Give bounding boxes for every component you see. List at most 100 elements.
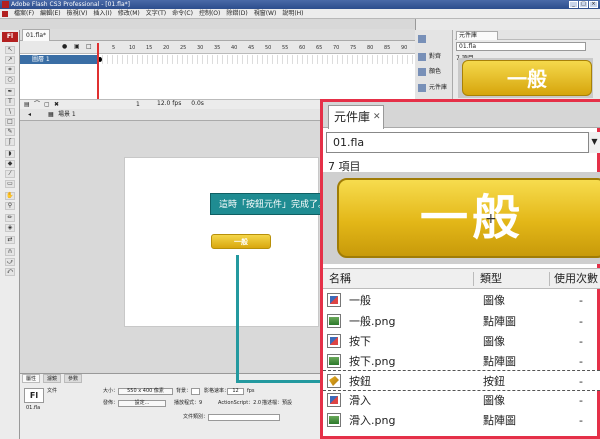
library-row[interactable]: 一般.png 點陣圖 - xyxy=(323,311,600,332)
window-title: Adobe Flash CS3 Professional - [01.fla*] xyxy=(11,1,130,8)
subselection-tool-icon[interactable]: ↗ xyxy=(5,56,15,64)
line-tool-icon[interactable]: \ xyxy=(5,108,15,116)
lasso-tool-icon[interactable]: ○ xyxy=(5,76,15,84)
document-tab-bar xyxy=(20,29,415,41)
smooth-option-icon[interactable]: ⤻ xyxy=(5,258,15,266)
button-symbol-icon xyxy=(327,374,341,388)
stage-button-instance[interactable]: 一般 xyxy=(211,234,271,249)
item-type: 點陣圖 xyxy=(483,355,516,368)
frame-number: 60 xyxy=(299,45,306,51)
maximize-button[interactable]: □ xyxy=(579,1,588,8)
layer-name: 圖層 1 xyxy=(32,56,50,63)
menu-help[interactable]: 說明(H) xyxy=(282,9,303,18)
brush-tool-icon[interactable]: ʃ xyxy=(5,138,15,146)
mini-library-file-select[interactable]: 01.fla xyxy=(456,42,586,51)
chevron-down-icon[interactable]: ▼ xyxy=(588,132,600,153)
hand-tool-icon[interactable]: ✋ xyxy=(5,192,15,200)
stroke-color-icon[interactable]: ✏ xyxy=(5,214,15,222)
publish-settings-button[interactable]: 設定... xyxy=(118,400,166,407)
frame-ruler[interactable]: 5 10 15 20 25 30 35 40 45 50 55 60 65 70… xyxy=(98,45,415,53)
free-transform-tool-icon[interactable]: ⌗ xyxy=(5,66,15,74)
eraser-tool-icon[interactable]: ▭ xyxy=(5,180,15,188)
title-bar: Adobe Flash CS3 Professional - [01.fla*]… xyxy=(0,0,600,9)
library-row-selected[interactable]: 按鈕 按鈕 - xyxy=(323,370,600,391)
lock-icon[interactable]: ▣ xyxy=(74,43,80,50)
item-name: 滑入.png xyxy=(349,414,396,427)
profile-label: 描述檔：預設 xyxy=(262,400,293,406)
item-name: 按下 xyxy=(349,335,371,348)
layer-row[interactable]: 圖層 1 xyxy=(20,55,98,64)
selection-tool-icon[interactable]: ↖ xyxy=(5,46,15,54)
library-row[interactable]: 按下.png 點陣圖 - xyxy=(323,351,600,372)
menu-file[interactable]: 檔案(F) xyxy=(14,9,34,18)
menu-window[interactable]: 視窗(W) xyxy=(254,9,277,18)
menu-insert[interactable]: 插入(I) xyxy=(93,9,111,18)
panel-icon-item[interactable] xyxy=(418,33,452,45)
back-arrow-icon[interactable]: ◂ xyxy=(28,109,31,121)
library-row[interactable]: 滑入.png 點陣圖 - xyxy=(323,410,600,431)
menu-edit[interactable]: 編輯(E) xyxy=(40,9,60,18)
rectangle-tool-icon[interactable]: □ xyxy=(5,118,15,126)
color-label: 顏色 xyxy=(429,68,442,75)
zoom-tool-icon[interactable]: ⚲ xyxy=(5,202,15,210)
frame-number: 45 xyxy=(248,45,255,51)
menu-modify[interactable]: 修改(M) xyxy=(118,9,140,18)
library-panel-button[interactable]: 元件庫 xyxy=(418,82,452,94)
close-tab-icon[interactable]: ✕ xyxy=(373,112,381,122)
library-row[interactable]: 一般 圖像 - xyxy=(323,290,600,311)
eye-icon[interactable]: ● xyxy=(62,43,67,50)
pencil-tool-icon[interactable]: ✎ xyxy=(5,128,15,136)
column-divider[interactable] xyxy=(549,272,550,286)
tab-properties[interactable]: 屬性 xyxy=(22,374,41,383)
menu-control[interactable]: 控制(O) xyxy=(199,9,220,18)
column-use-count[interactable]: 使用次數 xyxy=(554,269,598,289)
minimize-button[interactable]: _ xyxy=(569,1,578,8)
bitmap-icon xyxy=(327,314,341,328)
menu-debug[interactable]: 除錯(D) xyxy=(226,9,247,18)
player-label: 播放程式：9 xyxy=(174,400,203,406)
mini-library-tab[interactable]: 元件庫 xyxy=(456,31,498,40)
ink-bottle-tool-icon[interactable]: ◗ xyxy=(5,150,15,158)
column-type[interactable]: 類型 xyxy=(480,269,502,289)
frame-number: 85 xyxy=(384,45,391,51)
column-divider[interactable] xyxy=(473,272,474,286)
swap-colors-icon[interactable]: ⇄ xyxy=(5,236,15,244)
text-tool-icon[interactable]: T xyxy=(5,98,15,106)
tab-parameters[interactable]: 參數 xyxy=(64,374,83,383)
frame-row[interactable] xyxy=(98,55,415,64)
document-tab[interactable]: 01.fla* xyxy=(22,29,50,41)
size-button[interactable]: 550 x 400 像素 xyxy=(118,388,173,395)
library-column-headers: 名稱 類型 使用次數 xyxy=(323,268,600,289)
fill-color-icon[interactable]: ◈ xyxy=(5,224,15,232)
graphic-icon xyxy=(327,393,341,407)
menu-bar: 檔案(F) 編輯(E) 檢視(V) 插入(I) 修改(M) 文字(T) 命令(C… xyxy=(0,9,600,19)
eyedropper-tool-icon[interactable]: ⁄ xyxy=(5,170,15,178)
close-button[interactable]: × xyxy=(589,1,598,8)
snap-to-objects-icon[interactable]: ∩ xyxy=(5,248,15,256)
align-panel-button[interactable]: 對齊 xyxy=(418,51,452,63)
color-panel-button[interactable]: 顏色 xyxy=(418,66,452,78)
column-name[interactable]: 名稱 xyxy=(329,269,351,289)
pen-tool-icon[interactable]: ✒ xyxy=(5,88,15,96)
frame-number: 20 xyxy=(163,45,170,51)
item-type: 點陣圖 xyxy=(483,414,516,427)
menu-text[interactable]: 文字(T) xyxy=(146,9,166,18)
background-color-swatch[interactable] xyxy=(191,388,200,395)
library-file-select[interactable]: 01.fla xyxy=(326,132,600,153)
document-class-input[interactable] xyxy=(208,414,280,421)
menu-commands[interactable]: 命令(C) xyxy=(172,9,193,18)
menu-view[interactable]: 檢視(V) xyxy=(67,9,88,18)
straighten-option-icon[interactable]: ⤺ xyxy=(5,268,15,276)
library-row[interactable]: 滑入 圖像 - xyxy=(323,390,600,411)
flash-logo: Fl xyxy=(2,32,18,42)
paint-bucket-tool-icon[interactable]: ◆ xyxy=(5,160,15,168)
tab-filters[interactable]: 濾鏡 xyxy=(43,374,62,383)
fps-unit-label: fps xyxy=(247,388,255,394)
bitmap-icon xyxy=(327,354,341,368)
scene-label[interactable]: 場景 1 xyxy=(58,109,76,121)
flash-app-icon xyxy=(2,1,9,8)
library-row[interactable]: 按下 圖像 - xyxy=(323,331,600,352)
frame-rate-input[interactable]: 12 xyxy=(227,388,244,395)
document-type-icon: Fl xyxy=(24,388,44,403)
outline-icon[interactable]: □ xyxy=(86,43,92,50)
